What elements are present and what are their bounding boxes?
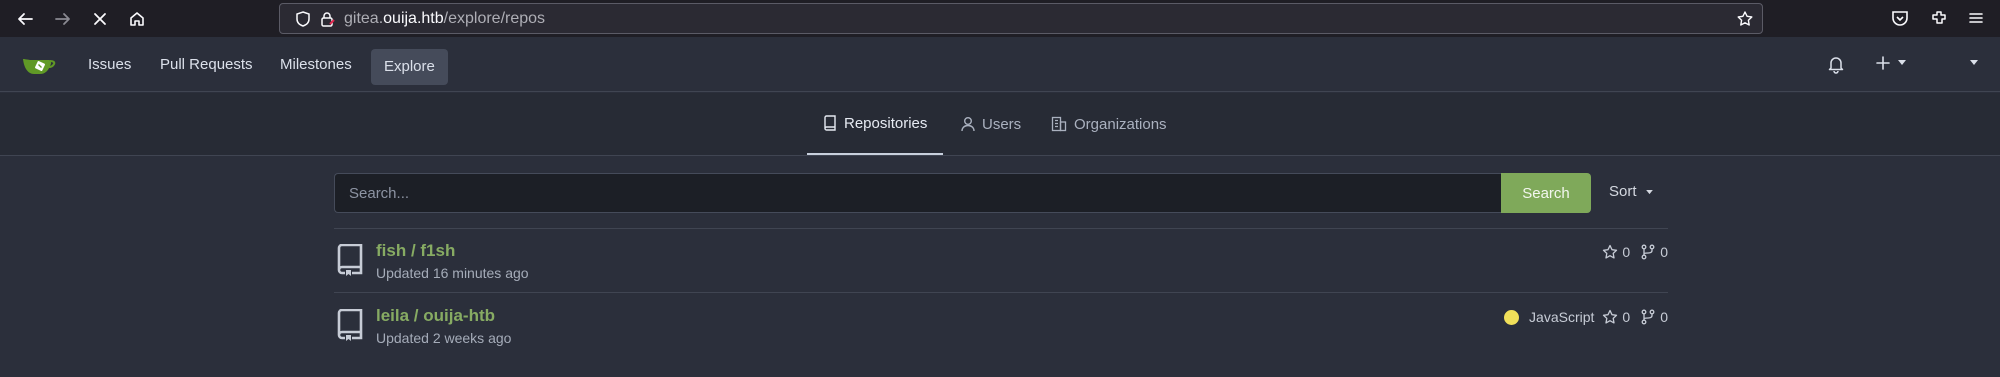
forward-button[interactable]	[50, 6, 76, 32]
close-icon	[94, 13, 106, 25]
repo-search-form: Search	[334, 173, 1591, 213]
home-icon	[130, 12, 144, 26]
explore-subnav: Repositories Users Organizations	[0, 93, 2000, 156]
search-button[interactable]: Search	[1501, 173, 1591, 213]
repo-name-link[interactable]: leila / ouija-htb	[376, 306, 495, 326]
star-icon	[1603, 244, 1618, 259]
nav-pull-requests[interactable]: Pull Requests	[160, 37, 253, 92]
tab-users[interactable]: Users	[961, 93, 1021, 155]
star-count[interactable]: 0	[1622, 309, 1630, 325]
repo-list-item: fish / f1sh Updated 16 minutes ago 0 0	[334, 232, 1668, 292]
sort-dropdown[interactable]: Sort	[1609, 183, 1653, 200]
forward-arrow-icon	[55, 13, 70, 25]
sort-label: Sort	[1609, 183, 1637, 200]
repo-list-item: leila / ouija-htb Updated 2 weeks ago Ja…	[334, 297, 1668, 357]
fork-count[interactable]: 0	[1660, 309, 1668, 325]
list-divider	[334, 228, 1668, 229]
person-icon	[961, 117, 975, 132]
gitea-navbar: Issues Pull Requests Milestones Explore	[0, 37, 2000, 92]
back-button[interactable]	[12, 6, 38, 32]
repo-updated-time: Updated 16 minutes ago	[376, 265, 529, 281]
repo-stats: JavaScript 0 0	[1504, 309, 1668, 325]
star-icon	[1603, 309, 1618, 324]
gitea-logo-icon[interactable]	[22, 54, 56, 76]
nav-milestones[interactable]: Milestones	[280, 37, 352, 92]
list-divider	[334, 292, 1668, 293]
nav-issues[interactable]: Issues	[88, 37, 131, 92]
fork-icon	[1641, 309, 1655, 325]
tab-organizations[interactable]: Organizations	[1051, 93, 1167, 155]
create-new-dropdown[interactable]	[1874, 53, 1910, 75]
bookmark-star-icon[interactable]	[1736, 10, 1754, 28]
caret-down-icon	[1898, 60, 1906, 65]
tab-repositories[interactable]: Repositories	[807, 93, 944, 155]
pocket-icon[interactable]	[1890, 8, 1910, 28]
hamburger-menu-icon[interactable]	[1966, 8, 1986, 28]
back-arrow-icon	[18, 13, 33, 25]
plus-icon	[1876, 56, 1890, 70]
organization-icon	[1051, 116, 1067, 132]
star-count[interactable]: 0	[1622, 244, 1630, 260]
language-color-dot	[1504, 309, 1520, 325]
nav-explore[interactable]: Explore	[371, 49, 448, 85]
shield-icon	[296, 11, 310, 27]
caret-down-icon	[1645, 189, 1653, 194]
search-input[interactable]	[334, 173, 1501, 213]
url-text[interactable]: gitea.ouija.htb/explore/repos	[344, 10, 545, 28]
fork-icon	[1641, 244, 1655, 260]
user-menu-caret-icon[interactable]	[1970, 60, 1978, 66]
repo-book-icon	[337, 244, 363, 276]
tab-organizations-label: Organizations	[1074, 115, 1167, 133]
home-button[interactable]	[124, 6, 150, 32]
repo-language: JavaScript	[1529, 309, 1595, 325]
repo-book-icon	[337, 309, 363, 341]
tab-repositories-label: Repositories	[844, 114, 928, 132]
stop-button[interactable]	[87, 6, 113, 32]
repo-stats: 0 0	[1602, 244, 1668, 260]
repo-book-icon	[824, 115, 836, 131]
fork-count[interactable]: 0	[1660, 244, 1668, 260]
url-bar[interactable]: gitea.ouija.htb/explore/repos	[279, 3, 1763, 34]
extensions-icon[interactable]	[1929, 8, 1949, 28]
tab-users-label: Users	[982, 115, 1022, 133]
browser-toolbar: gitea.ouija.htb/explore/repos	[0, 0, 2000, 37]
lock-warning-icon	[321, 12, 335, 27]
repo-updated-time: Updated 2 weeks ago	[376, 330, 512, 346]
repo-name-link[interactable]: fish / f1sh	[376, 241, 455, 261]
notification-bell-icon[interactable]	[1825, 53, 1847, 75]
